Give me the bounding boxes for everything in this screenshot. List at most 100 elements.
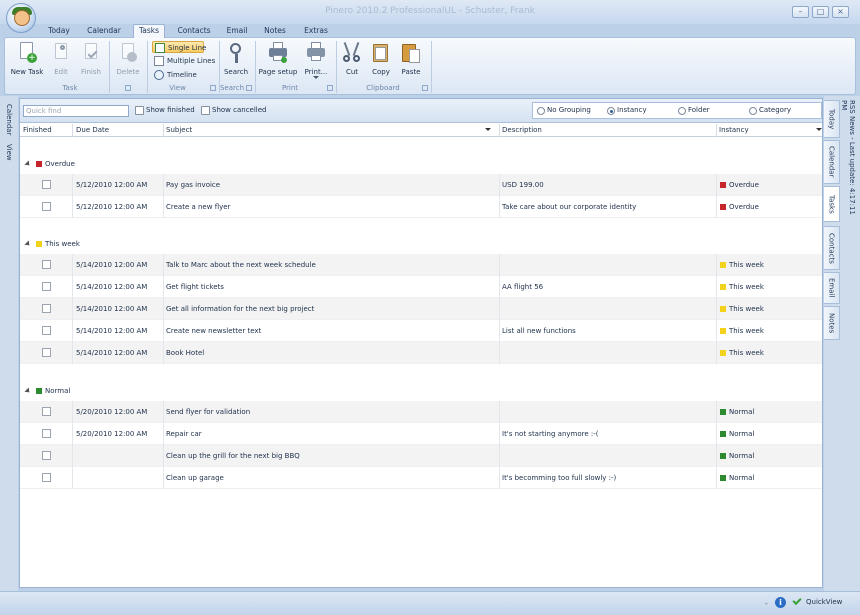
table-row[interactable]: 5/20/2010 12:00 AM Repair car It's not sta…: [20, 423, 822, 445]
tab-contacts[interactable]: Contacts: [174, 25, 214, 37]
finished-checkbox[interactable]: [42, 473, 51, 482]
subject-sort-icon[interactable]: [485, 128, 491, 131]
finished-checkbox[interactable]: [42, 180, 51, 189]
finished-checkbox[interactable]: [42, 429, 51, 438]
column-instancy[interactable]: Instancy: [719, 126, 749, 134]
right-tab-tasks[interactable]: Tasks: [824, 186, 840, 222]
finished-checkbox[interactable]: [42, 282, 51, 291]
table-row[interactable]: 5/14/2010 12:00 AM Get flight tickets AA f…: [20, 276, 822, 298]
finished-checkbox[interactable]: [42, 326, 51, 335]
due-date-cell: 5/12/2010 12:00 AM: [76, 181, 148, 189]
column-finished[interactable]: Finished: [23, 126, 52, 134]
status-minus-icon[interactable]: -: [765, 599, 768, 608]
show-cancelled-checkbox[interactable]: [201, 106, 210, 115]
right-tab-today[interactable]: Today: [824, 100, 840, 138]
tab-tasks[interactable]: Tasks: [133, 24, 165, 38]
instancy-color-icon: [36, 388, 42, 394]
group-header-2[interactable]: Normal: [20, 385, 822, 399]
column-due-date[interactable]: Due Date: [76, 126, 109, 134]
column-subject[interactable]: Subject: [166, 126, 192, 134]
group-header-0[interactable]: Overdue: [20, 158, 822, 172]
instancy-cell: Normal: [729, 452, 755, 460]
right-tab-contacts[interactable]: Contacts: [824, 226, 840, 270]
print-button[interactable]: Print...: [302, 40, 330, 80]
left-nav-view[interactable]: View: [5, 144, 13, 161]
radio-instancy[interactable]: [607, 107, 615, 115]
search-group-launcher[interactable]: [246, 85, 252, 91]
show-cancelled-label: Show cancelled: [212, 106, 267, 114]
cut-button[interactable]: Cut: [341, 40, 363, 80]
print-group-launcher[interactable]: [327, 85, 333, 91]
info-icon[interactable]: i: [775, 597, 786, 608]
multiple-lines-button[interactable]: Multiple Lines: [152, 55, 215, 67]
table-row[interactable]: 5/14/2010 12:00 AM Talk to Marc about the…: [20, 254, 822, 276]
page-setup-button[interactable]: Page setup: [258, 40, 298, 80]
view-group-launcher[interactable]: [210, 85, 216, 91]
new-task-button[interactable]: + New Task: [9, 40, 45, 80]
instancy-color-icon: [720, 475, 726, 481]
left-nav-calendar[interactable]: Calendar: [5, 104, 13, 135]
finished-checkbox[interactable]: [42, 407, 51, 416]
collapse-icon[interactable]: [24, 160, 32, 168]
radio-folder-label: Folder: [688, 106, 710, 114]
quickview-button[interactable]: QuickView: [806, 598, 842, 606]
table-row[interactable]: 5/20/2010 12:00 AM Send flyer for validat…: [20, 401, 822, 423]
right-tab-notes[interactable]: Notes: [824, 306, 840, 340]
right-tab-email[interactable]: Email: [824, 272, 840, 304]
filter-toolbar: Show finished Show cancelled No Grouping…: [20, 99, 822, 123]
table-row[interactable]: Clean up the grill for the next big BBQ N…: [20, 445, 822, 467]
instancy-color-icon: [720, 262, 726, 268]
tab-email[interactable]: Email: [222, 25, 252, 37]
radio-no-grouping[interactable]: [537, 107, 545, 115]
tab-extras[interactable]: Extras: [300, 25, 332, 37]
table-row[interactable]: 5/12/2010 12:00 AM Pay gas invoice USD 199…: [20, 174, 822, 196]
rss-news-panel[interactable]: RSS News - Last update: 4:17:11 PM: [840, 100, 856, 220]
instancy-cell: Overdue: [729, 181, 759, 189]
subject-cell: Repair car: [166, 430, 202, 438]
copy-button[interactable]: Copy: [369, 40, 393, 80]
tab-calendar[interactable]: Calendar: [84, 25, 124, 37]
due-date-cell: 5/14/2010 12:00 AM: [76, 283, 148, 291]
clipboard-group-launcher[interactable]: [422, 85, 428, 91]
finished-checkbox[interactable]: [42, 260, 51, 269]
instancy-cell: Normal: [729, 474, 755, 482]
paste-button[interactable]: Paste: [398, 40, 424, 80]
table-row[interactable]: 5/14/2010 12:00 AM Book Hotel This week: [20, 342, 822, 364]
tab-today[interactable]: Today: [42, 25, 76, 37]
radio-category[interactable]: [749, 107, 757, 115]
tab-notes[interactable]: Notes: [260, 25, 290, 37]
collapse-icon[interactable]: [24, 240, 32, 248]
finished-checkbox[interactable]: [42, 451, 51, 460]
close-button[interactable]: ×: [832, 6, 849, 18]
column-description[interactable]: Description: [502, 126, 542, 134]
instancy-color-icon: [720, 204, 726, 210]
quick-find-input[interactable]: [23, 105, 129, 117]
timeline-button[interactable]: Timeline: [152, 69, 202, 81]
description-cell: List all new functions: [502, 327, 576, 335]
delete-button[interactable]: Delete: [113, 40, 143, 80]
single-line-button[interactable]: Single Line: [152, 41, 206, 53]
show-finished-checkbox[interactable]: [135, 106, 144, 115]
group-header-1[interactable]: This week: [20, 238, 822, 252]
instancy-sort-icon[interactable]: [816, 128, 822, 131]
app-logo-icon[interactable]: [6, 3, 36, 33]
finish-button[interactable]: Finish: [77, 40, 105, 80]
subject-cell: Get flight tickets: [166, 283, 224, 291]
table-row[interactable]: 5/14/2010 12:00 AM Get all information fo…: [20, 298, 822, 320]
finished-checkbox[interactable]: [42, 304, 51, 313]
table-row[interactable]: 5/12/2010 12:00 AM Create a new flyer Take…: [20, 196, 822, 218]
finished-checkbox[interactable]: [42, 202, 51, 211]
radio-folder[interactable]: [678, 107, 686, 115]
due-date-cell: 5/14/2010 12:00 AM: [76, 261, 148, 269]
finished-checkbox[interactable]: [42, 348, 51, 357]
minimize-button[interactable]: –: [792, 6, 809, 18]
right-tab-calendar[interactable]: Calendar: [824, 140, 840, 184]
group-label-view: View: [169, 84, 186, 92]
collapse-icon[interactable]: [24, 387, 32, 395]
edit-button[interactable]: Edit: [49, 40, 73, 80]
task-group-launcher[interactable]: [125, 85, 131, 91]
table-row[interactable]: 5/14/2010 12:00 AM Create new newsletter …: [20, 320, 822, 342]
search-button[interactable]: Search: [222, 40, 250, 80]
table-row[interactable]: Clean up garage It's becomming too full s…: [20, 467, 822, 489]
maximize-button[interactable]: □: [812, 6, 829, 18]
